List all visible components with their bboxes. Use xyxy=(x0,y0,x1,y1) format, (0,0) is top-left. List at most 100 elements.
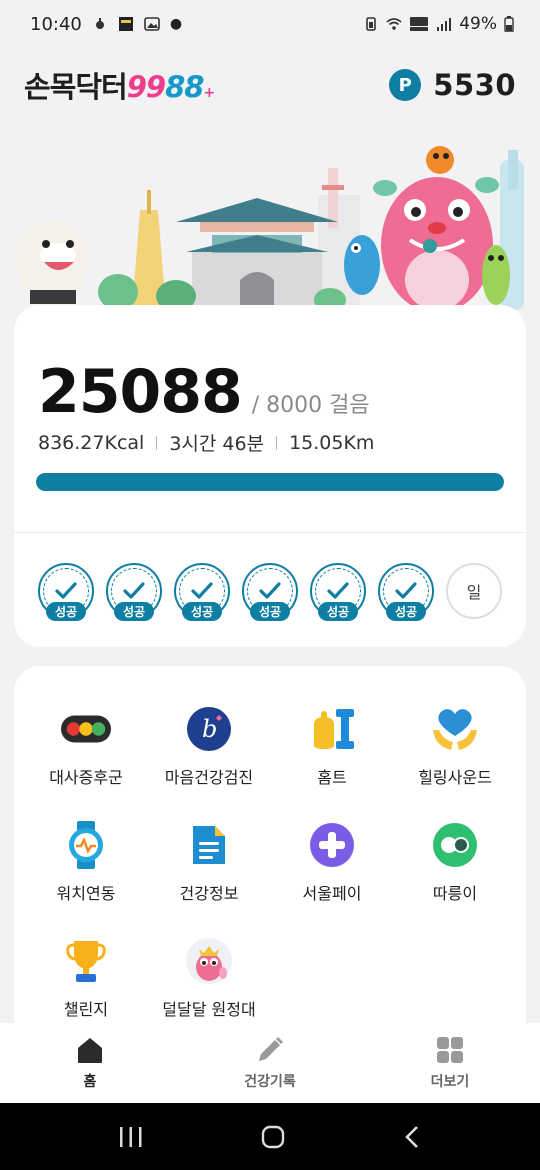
trophy-icon xyxy=(61,936,111,986)
success-badge: 성공 xyxy=(46,602,86,621)
success-badge: 성공 xyxy=(250,602,290,621)
dumbbell-icon xyxy=(307,704,357,754)
character-avatar-icon xyxy=(184,936,234,986)
menu-item-mental-health[interactable]: b 마음건강검진 xyxy=(145,704,273,788)
day-indicator: 성공 xyxy=(378,563,434,621)
duration-value: 3시간 46분 xyxy=(169,433,265,455)
system-navigation-bar xyxy=(0,1103,540,1170)
wifi-icon xyxy=(386,18,402,30)
bottom-navigation: 홈 건강기록 더보기 xyxy=(0,1023,540,1103)
menu-item-ttareungi[interactable]: 따릉이 xyxy=(391,820,519,904)
hd-voice-icon xyxy=(410,17,429,31)
menu-item-sugar-expedition[interactable]: 덜달달 원정대 xyxy=(145,936,273,1020)
heart-hands-icon xyxy=(430,704,480,754)
mind-b-icon: b xyxy=(184,704,234,754)
battery-icon xyxy=(504,16,514,32)
day-indicator: 성공 xyxy=(106,563,162,621)
menu-item-healing-sound[interactable]: 힐링사운드 xyxy=(391,704,519,788)
day-circle: 일 xyxy=(446,563,502,619)
back-icon[interactable] xyxy=(402,1124,422,1150)
day-label: 일 xyxy=(466,583,482,602)
menu-item-label: 덜달달 원정대 xyxy=(162,1000,256,1019)
nav-more-label: 더보기 xyxy=(430,1074,470,1090)
weekly-success-row: 성공 성공 성공 성공 성공 성공 일 xyxy=(38,563,502,621)
check-icon xyxy=(55,582,77,599)
activity-stats: 836.27Kcal 3시간 46분 15.05Km xyxy=(38,429,374,456)
menu-item-seoul-pay[interactable]: 서울페이 xyxy=(268,820,396,904)
document-icon xyxy=(184,820,234,870)
step-progress-bar xyxy=(36,473,504,491)
grid-icon xyxy=(437,1037,463,1063)
menu-grid-card: 대사증후군 b 마음건강검진 홈트 힐링사운드 워치연동 건강정보 서울페이 따… xyxy=(14,666,526,1046)
check-icon xyxy=(191,582,213,599)
watch-icon xyxy=(61,820,111,870)
day-indicator: 일 xyxy=(446,563,502,619)
points-value: 5530 xyxy=(433,68,516,102)
step-summary-card[interactable]: 25088 / 8000 걸음 836.27Kcal 3시간 46분 15.05… xyxy=(14,305,526,647)
day-indicator: 성공 xyxy=(174,563,230,621)
step-goal: / 8000 걸음 xyxy=(251,393,370,418)
image-icon xyxy=(144,17,160,31)
status-time: 10:40 xyxy=(30,13,82,35)
app-logo: 손목닥터 9988 + xyxy=(24,70,215,104)
nav-home[interactable]: 홈 xyxy=(0,1023,180,1103)
menu-item-label: 대사증후군 xyxy=(49,768,123,787)
menu-item-label: 힐링사운드 xyxy=(418,768,492,787)
points-button[interactable]: P 5530 xyxy=(389,68,516,102)
success-badge: 성공 xyxy=(114,602,154,621)
menu-item-label: 따릉이 xyxy=(432,884,478,903)
success-badge: 성공 xyxy=(386,602,426,621)
home-icon xyxy=(78,1038,102,1063)
app-notification-icon xyxy=(118,17,133,31)
notification-icon xyxy=(95,18,104,29)
nav-more[interactable]: 더보기 xyxy=(360,1023,540,1103)
menu-item-label: 서울페이 xyxy=(302,884,362,903)
home-system-icon[interactable] xyxy=(260,1124,286,1150)
success-badge: 성공 xyxy=(318,602,358,621)
day-circle-inner: 일 xyxy=(451,568,497,614)
menu-item-label: 홈트 xyxy=(317,768,347,787)
traffic-light-icon xyxy=(61,704,111,754)
day-indicator: 성공 xyxy=(242,563,298,621)
battery-saver-icon xyxy=(366,17,377,31)
menu-item-challenge[interactable]: 챌린지 xyxy=(22,936,150,1020)
check-icon xyxy=(395,582,417,599)
plus-circle-icon xyxy=(307,820,357,870)
menu-item-label: 건강정보 xyxy=(179,884,239,903)
menu-item-label: 챌린지 xyxy=(63,1000,109,1019)
menu-item-label: 워치연동 xyxy=(56,884,116,903)
step-progress-fill xyxy=(36,473,504,491)
nav-health-record-label: 건강기록 xyxy=(244,1074,296,1090)
calories-value: 836.27Kcal xyxy=(38,431,145,454)
day-indicator: 성공 xyxy=(38,563,94,621)
pencil-icon xyxy=(259,1037,283,1061)
menu-item-health-info[interactable]: 건강정보 xyxy=(145,820,273,904)
battery-percent: 49% xyxy=(459,14,497,34)
nav-health-record[interactable]: 건강기록 xyxy=(180,1023,360,1103)
stats-divider xyxy=(156,435,158,450)
recent-apps-icon[interactable] xyxy=(118,1125,144,1149)
point-icon: P xyxy=(389,69,422,101)
svg-text:b: b xyxy=(202,715,217,743)
app-header: 손목닥터 9988 + P 5530 xyxy=(0,60,540,110)
card-divider xyxy=(14,532,526,533)
menu-item-metabolic-syndrome[interactable]: 대사증후군 xyxy=(22,704,150,788)
distance-value: 15.05Km xyxy=(289,431,375,454)
status-bar: 10:40 ● 49% xyxy=(0,0,540,48)
stats-divider xyxy=(276,435,278,450)
signal-icon xyxy=(437,18,452,31)
steps-row: 25088 / 8000 걸음 xyxy=(38,357,370,427)
banner-illustration xyxy=(0,140,540,320)
menu-item-home-training[interactable]: 홈트 xyxy=(268,704,396,788)
nav-home-label: 홈 xyxy=(83,1074,97,1090)
step-count: 25088 xyxy=(38,357,243,427)
success-badge: 성공 xyxy=(182,602,222,621)
menu-item-label: 마음건강검진 xyxy=(164,768,254,787)
bike-icon xyxy=(430,820,480,870)
menu-item-watch-sync[interactable]: 워치연동 xyxy=(22,820,150,904)
more-notifications-dot: ● xyxy=(169,16,183,32)
check-icon xyxy=(123,582,145,599)
check-icon xyxy=(327,582,349,599)
day-indicator: 성공 xyxy=(310,563,366,621)
check-icon xyxy=(259,582,281,599)
